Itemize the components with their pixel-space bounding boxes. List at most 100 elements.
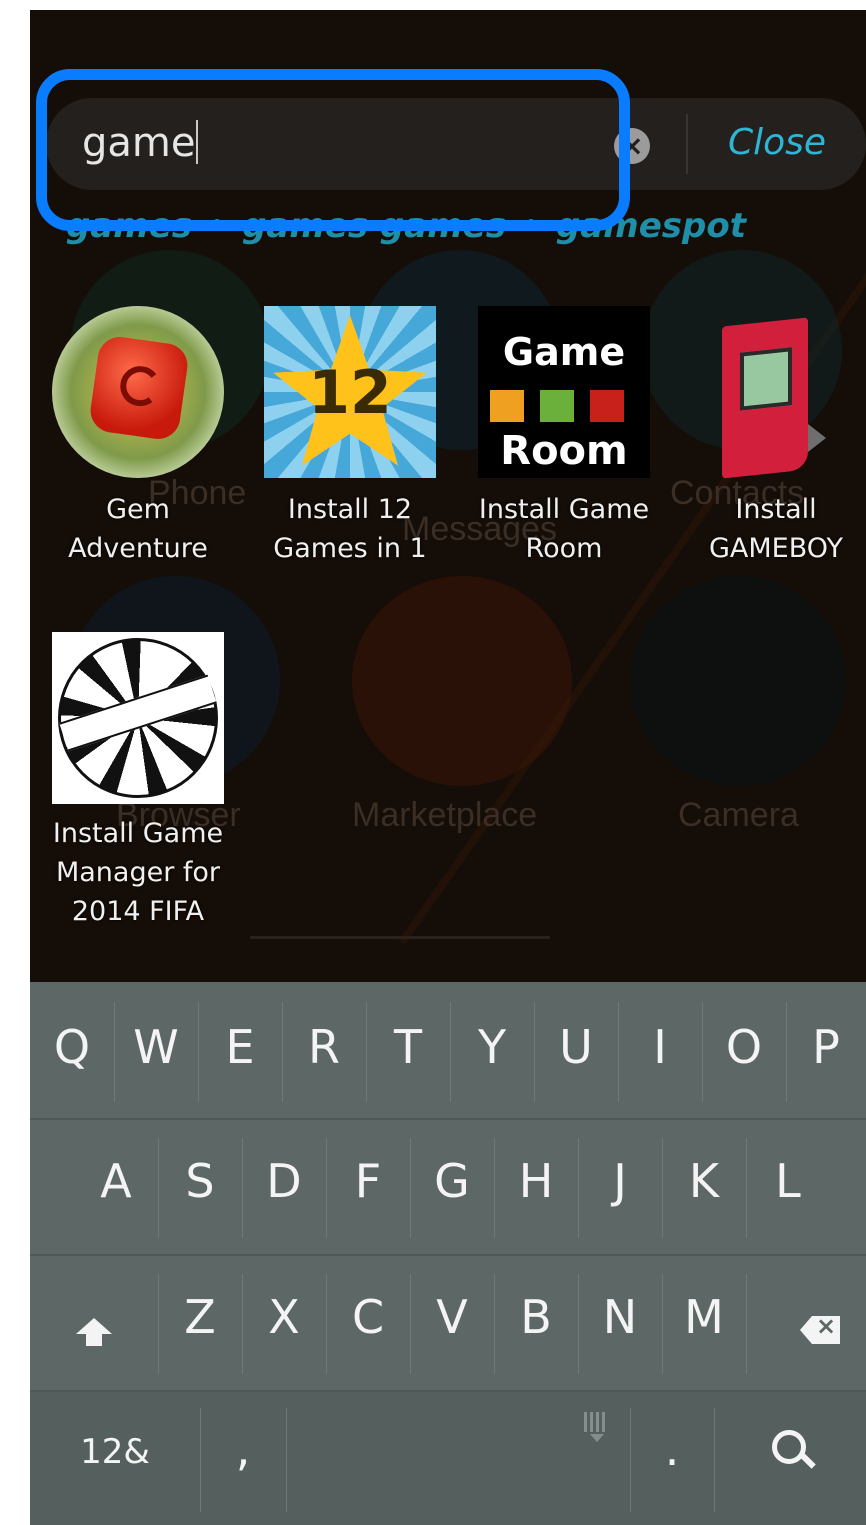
star-number: 12 xyxy=(308,358,392,428)
game-room-icon[interactable]: Game Room xyxy=(478,306,650,478)
key-q[interactable]: Q xyxy=(30,1020,114,1074)
keyboard-layout-arrow xyxy=(590,1434,604,1442)
keyboard-row-2: A S D F G H J K L xyxy=(30,1120,866,1254)
key-separator xyxy=(630,1408,631,1512)
result-label-line: Games in 1 xyxy=(273,533,427,564)
result-label-install-gameboy[interactable]: Install GAMEBOY xyxy=(676,490,866,568)
result-label-install-game-room[interactable]: Install Game Room xyxy=(464,490,664,568)
result-label-line: 2014 FIFA xyxy=(71,896,205,927)
gem-adventure-icon[interactable] xyxy=(52,306,224,478)
result-label-install-game-manager[interactable]: Install Game Manager for 2014 FIFA xyxy=(38,814,238,931)
key-n[interactable]: N xyxy=(578,1290,662,1344)
result-label-line: Room xyxy=(525,533,603,564)
key-l[interactable]: L xyxy=(746,1154,830,1208)
key-separator xyxy=(158,1138,159,1238)
key-j[interactable]: J xyxy=(578,1154,662,1208)
twelve-games-icon[interactable]: 12 xyxy=(264,306,436,478)
result-label-line: Adventure xyxy=(68,533,208,564)
key-separator xyxy=(286,1408,287,1512)
gameboy-body xyxy=(722,317,808,479)
background-app-label: Marketplace xyxy=(352,796,538,834)
keyboard-row-1: Q W E R T Y U I O P xyxy=(30,982,866,1120)
key-s[interactable]: S xyxy=(158,1154,242,1208)
key-separator xyxy=(578,1274,579,1374)
key-g[interactable]: G xyxy=(410,1154,494,1208)
key-t[interactable]: T xyxy=(366,1020,450,1074)
result-label-line: Install xyxy=(735,494,817,525)
key-separator xyxy=(578,1138,579,1238)
key-separator xyxy=(618,1002,619,1102)
key-separator xyxy=(746,1274,747,1374)
result-label-line: Manager for xyxy=(55,857,221,888)
period-alternates-indicator: ... xyxy=(660,1516,683,1525)
key-separator xyxy=(534,1002,535,1102)
key-m[interactable]: M xyxy=(662,1290,746,1344)
close-button[interactable]: Close xyxy=(728,122,826,163)
key-separator xyxy=(494,1274,495,1374)
result-label-install-12-games[interactable]: Install 12 Games in 1 xyxy=(250,490,450,568)
result-label-gem-adventure[interactable]: Gem Adventure xyxy=(38,490,238,568)
soccer-ball-icon[interactable] xyxy=(52,632,224,804)
result-label-line: Install 12 xyxy=(287,494,413,525)
key-separator xyxy=(198,1002,199,1102)
key-separator xyxy=(450,1002,451,1102)
key-e[interactable]: E xyxy=(198,1020,282,1074)
game-tile-icon xyxy=(540,390,574,422)
background-app-icon xyxy=(352,576,572,786)
key-i[interactable]: I xyxy=(618,1020,702,1074)
key-p[interactable]: P xyxy=(786,1020,866,1074)
key-separator xyxy=(242,1274,243,1374)
key-b[interactable]: B xyxy=(494,1290,578,1344)
result-label-line: Gem xyxy=(106,494,170,525)
key-y[interactable]: Y xyxy=(450,1020,534,1074)
key-separator xyxy=(326,1274,327,1374)
background-app-icon xyxy=(630,576,846,786)
key-h[interactable]: H xyxy=(494,1154,578,1208)
gameboy-screen xyxy=(740,347,792,411)
key-separator xyxy=(662,1138,663,1238)
keyboard-row-4: 12& , . ... xyxy=(30,1392,866,1525)
key-v[interactable]: V xyxy=(410,1290,494,1344)
key-f[interactable]: F xyxy=(326,1154,410,1208)
comma-key[interactable]: , xyxy=(200,1422,286,1476)
key-w[interactable]: W xyxy=(114,1020,198,1074)
key-separator xyxy=(366,1002,367,1102)
play-arrow-icon xyxy=(808,424,826,452)
key-separator xyxy=(114,1002,115,1102)
shift-key[interactable] xyxy=(30,1256,158,1390)
key-separator xyxy=(410,1138,411,1238)
key-separator xyxy=(326,1138,327,1238)
key-separator xyxy=(786,1002,787,1102)
on-screen-keyboard: Q W E R T Y U I O P A S D F G H J K L Z … xyxy=(30,982,866,1525)
key-x[interactable]: X xyxy=(242,1290,326,1344)
result-label-line: Install Game xyxy=(478,494,650,525)
background-app-label: Camera xyxy=(678,796,799,834)
key-c[interactable]: C xyxy=(326,1290,410,1344)
key-separator xyxy=(702,1002,703,1102)
key-a[interactable]: A xyxy=(74,1154,158,1208)
gem-icon-shape xyxy=(87,334,191,442)
shift-arrow-icon xyxy=(76,1318,112,1334)
key-separator xyxy=(158,1274,159,1374)
key-k[interactable]: K xyxy=(662,1154,746,1208)
key-z[interactable]: Z xyxy=(158,1290,242,1344)
key-separator xyxy=(662,1274,663,1374)
key-separator xyxy=(282,1002,283,1102)
key-separator xyxy=(200,1408,201,1512)
key-u[interactable]: U xyxy=(534,1020,618,1074)
key-separator xyxy=(494,1138,495,1238)
backspace-x: × xyxy=(816,1312,837,1340)
key-o[interactable]: O xyxy=(702,1020,786,1074)
period-key[interactable]: . xyxy=(630,1422,714,1476)
result-label-line: Install Game xyxy=(52,818,224,849)
key-separator xyxy=(714,1408,715,1512)
game-room-icon-text: Room xyxy=(500,428,628,474)
shift-arrow-stem xyxy=(86,1334,102,1346)
gameboy-icon[interactable] xyxy=(716,314,826,480)
key-d[interactable]: D xyxy=(242,1154,326,1208)
key-separator xyxy=(242,1138,243,1238)
symbols-key[interactable]: 12& xyxy=(30,1432,200,1472)
game-room-icon-text: Game xyxy=(502,330,626,374)
key-r[interactable]: R xyxy=(282,1020,366,1074)
search-divider xyxy=(686,114,688,174)
